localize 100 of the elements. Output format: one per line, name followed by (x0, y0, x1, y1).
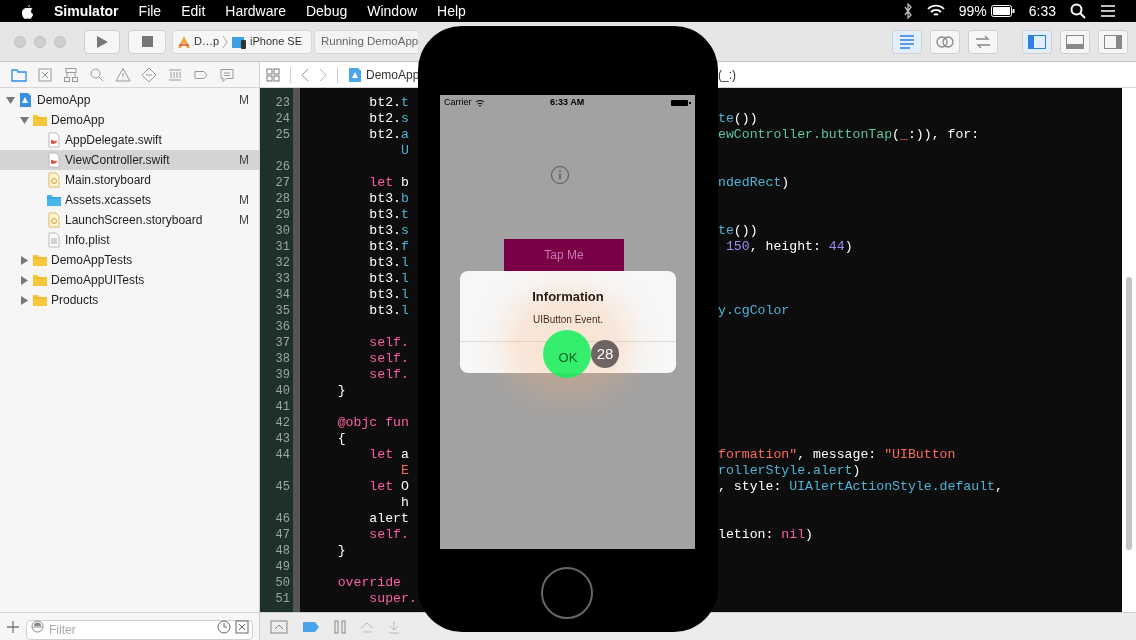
tap-me-button[interactable]: Tap Me (504, 239, 624, 271)
file-name: Info.plist (65, 232, 110, 249)
file-tree-item[interactable]: DemoAppUITests (0, 270, 259, 290)
panel-toggle-button[interactable] (1022, 29, 1052, 54)
navigator-tab[interactable] (62, 65, 80, 84)
file-tree-item[interactable]: Assets.xcassets M (0, 190, 259, 210)
clock-icon[interactable] (217, 619, 231, 634)
code-text: te()) (718, 223, 758, 238)
info-icon[interactable] (550, 165, 570, 185)
code-text: y.cgColor (718, 303, 790, 318)
stop-button[interactable] (128, 29, 166, 54)
scheme-selector[interactable]: D…p iPhone SE (172, 29, 312, 54)
line-number: 32 (275, 256, 290, 270)
menu-item[interactable]: Help (437, 0, 466, 22)
file-tree-item[interactable]: ViewController.swift M (0, 150, 259, 170)
bluetooth-icon[interactable] (902, 3, 913, 19)
filter-field[interactable]: Filter (26, 619, 253, 640)
navigator-tab[interactable] (140, 65, 158, 84)
menu-item[interactable]: Window (367, 0, 418, 22)
navigator-tab[interactable] (88, 65, 106, 84)
code-text: bt3.l (368, 303, 409, 318)
line-number: 40 (275, 384, 290, 398)
file-tree-item[interactable]: DemoAppTests (0, 250, 259, 270)
file-tree-item[interactable]: AppDelegate.swift (0, 130, 259, 150)
menu-item[interactable]: Simulator (54, 0, 119, 22)
menu-clock[interactable]: 6:33 (1028, 0, 1056, 22)
code-text: bt3.l (368, 287, 409, 302)
navigator-tab[interactable] (114, 65, 132, 84)
line-number: 51 (275, 592, 290, 606)
panel-toggle-button[interactable] (1060, 29, 1090, 54)
breadcrumb-item[interactable]: DemoApp (366, 65, 420, 84)
file-tree-item[interactable]: Info.plist (0, 230, 259, 250)
window-control[interactable] (14, 35, 26, 48)
menu-item[interactable]: File (138, 0, 162, 22)
panel-toggle-button[interactable] (1098, 29, 1128, 54)
pause-icon[interactable] (334, 619, 346, 634)
line-number: 26 (275, 160, 290, 174)
battery-icon[interactable] (990, 5, 1015, 17)
square-icon[interactable] (235, 619, 249, 634)
line-number: 44 (275, 448, 290, 462)
menu-item[interactable]: Hardware (225, 0, 286, 22)
file-tree-item[interactable]: DemoApp (0, 110, 259, 130)
menu-item[interactable]: Debug (305, 0, 348, 22)
code-text: bt3.s (368, 223, 409, 238)
swift-file-icon (46, 152, 62, 168)
navigator-tab[interactable] (36, 65, 54, 84)
folder-icon (32, 112, 48, 128)
file-tree-item[interactable]: Products (0, 290, 259, 310)
file-name: DemoAppTests (51, 252, 133, 269)
swift-file-icon (46, 132, 62, 148)
panel-icon[interactable] (270, 619, 288, 634)
line-number: 39 (275, 368, 290, 382)
line-number: 45 (275, 480, 290, 494)
file-name: AppDelegate.swift (65, 132, 162, 149)
scrollbar[interactable] (1122, 88, 1136, 612)
file-tree-item[interactable]: Main.storyboard (0, 170, 259, 190)
alert-message: UIButton Event. (532, 312, 603, 327)
alert-title: Information (532, 288, 604, 306)
breadcrumb-item[interactable]: (_:) (718, 65, 736, 84)
plist-file-icon (46, 232, 62, 248)
home-button[interactable] (541, 567, 593, 619)
window-control[interactable] (34, 35, 46, 48)
lines-icon (897, 32, 917, 51)
apple-logo-icon[interactable] (20, 3, 34, 19)
menu-item[interactable]: Edit (181, 0, 206, 22)
file-status: M (239, 152, 249, 169)
add-icon[interactable] (6, 619, 20, 634)
code-text: let a (368, 447, 409, 462)
code-text: , style: UIAlertActionStyle.default, (718, 479, 1003, 494)
file-tree-item[interactable]: DemoApp M (0, 90, 259, 110)
scheme-name: D…p (194, 34, 220, 50)
line-number: 43 (275, 432, 290, 446)
code-text: h (399, 495, 409, 510)
line-number: 33 (275, 272, 290, 286)
grid-icon[interactable] (266, 67, 280, 82)
line-number: 25 (275, 128, 290, 142)
panel-layout-icon (1065, 32, 1085, 51)
destination-name: iPhone SE (250, 34, 303, 50)
forward-icon[interactable] (319, 67, 327, 82)
window-control[interactable] (54, 35, 66, 48)
back-icon[interactable] (301, 67, 309, 82)
code-text: let O (368, 479, 409, 494)
storyboard-file-icon (46, 212, 62, 228)
list-icon[interactable] (1100, 4, 1116, 18)
editor-mode-button[interactable] (892, 29, 922, 54)
code-text: self. (368, 527, 409, 542)
code-text: alert (368, 511, 409, 526)
file-tree-item[interactable]: LaunchScreen.storyboard M (0, 210, 259, 230)
editor-mode-button[interactable] (968, 29, 998, 54)
warning-icon (115, 66, 131, 83)
diamond-icon (141, 66, 157, 83)
editor-mode-button[interactable] (930, 29, 960, 54)
search-icon[interactable] (1070, 3, 1086, 19)
step-into-icon[interactable] (388, 619, 400, 634)
line-number: 41 (275, 400, 290, 414)
breakpoint-icon[interactable] (302, 620, 320, 633)
wifi-icon[interactable] (926, 4, 945, 18)
line-number: 28 (275, 192, 290, 206)
run-button[interactable] (84, 29, 120, 54)
line-number: 27 (275, 176, 290, 190)
